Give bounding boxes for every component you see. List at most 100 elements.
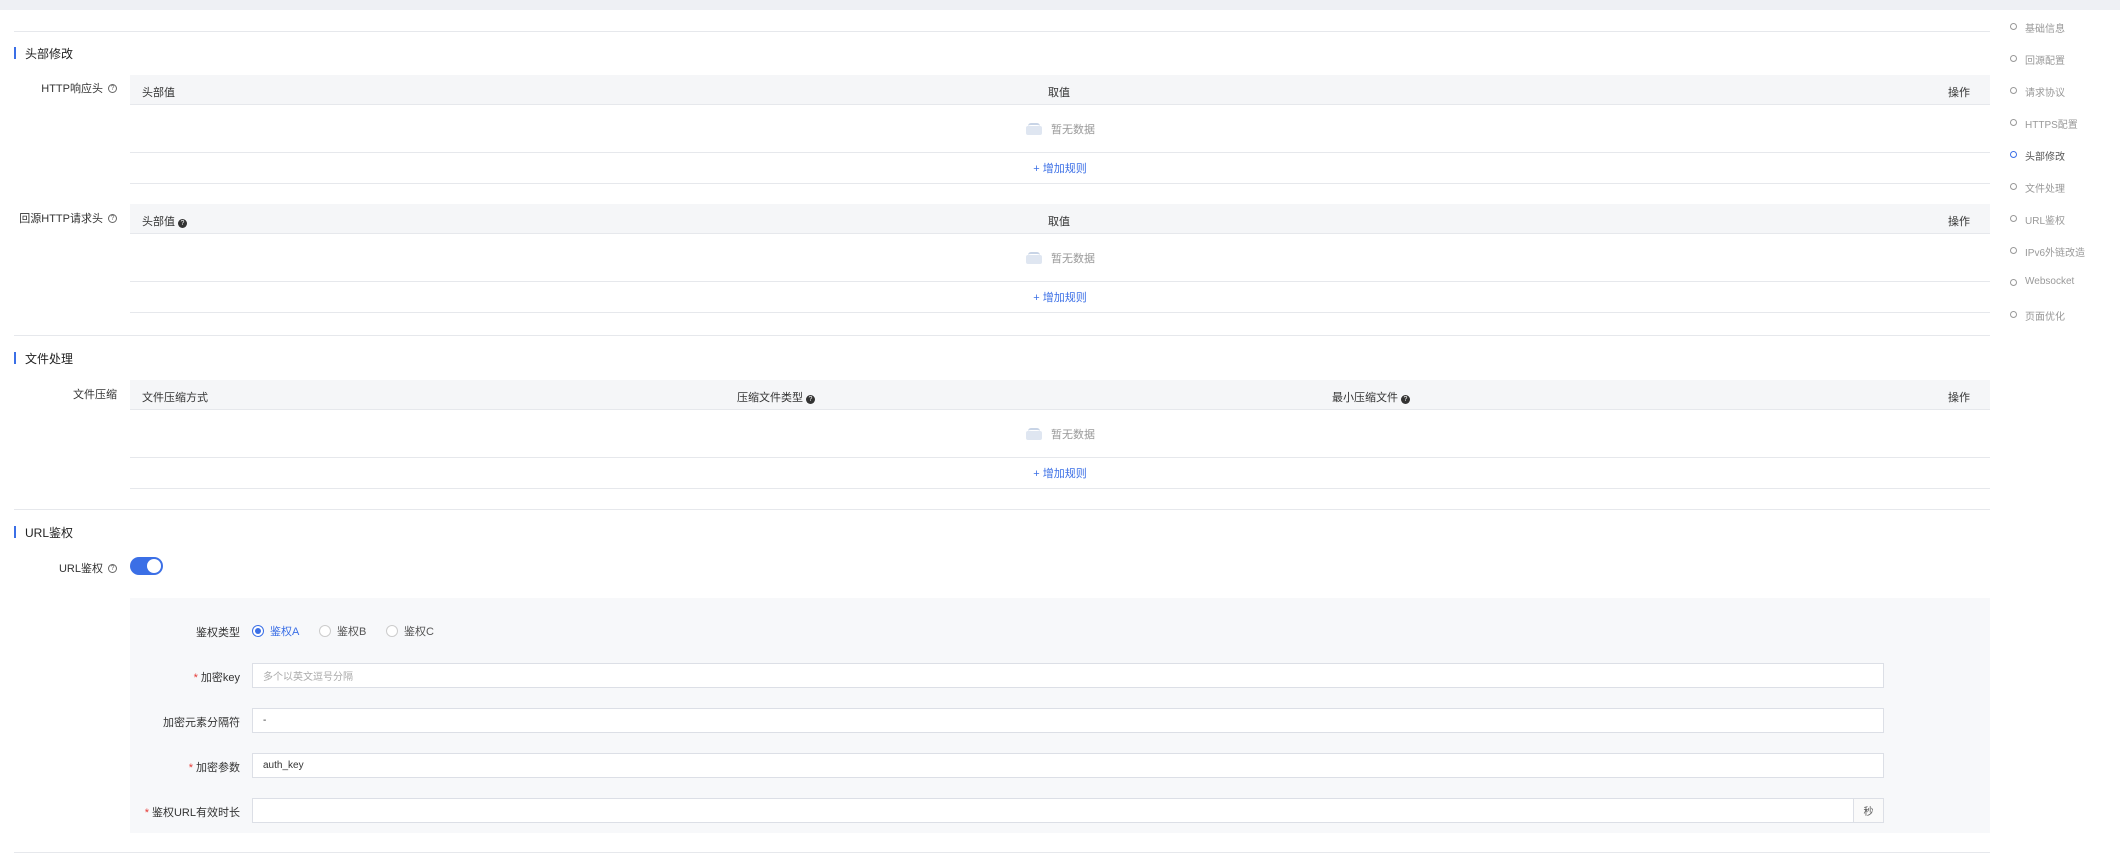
origin-request-header-table: 头部值? 取值 操作 暂无数据 + 增加规则: [130, 204, 1990, 313]
file-compression-table: 文件压缩方式 压缩文件类型? 最小压缩文件? 操作 暂无数据 + 增加规则: [130, 380, 1990, 489]
add-rule-button[interactable]: + 增加规则: [1033, 160, 1086, 176]
divider: [14, 31, 1990, 32]
anchor-label: 文件处理: [2025, 184, 2065, 195]
empty-text: 暂无数据: [1051, 123, 1095, 136]
encrypt-param-input[interactable]: auth_key: [252, 753, 1884, 778]
help-icon[interactable]: ?: [108, 83, 117, 93]
url-auth-settings-panel: 鉴权类型 鉴权A 鉴权B 鉴权C * 加密key 多个以英文逗号分隔 加密元素分隔…: [130, 598, 1990, 833]
empty-box-icon: [1025, 122, 1043, 135]
anchor-dot-icon: [2010, 151, 2017, 158]
radio-label: 鉴权B: [337, 626, 367, 638]
section-title-url-auth: URL鉴权: [14, 525, 74, 540]
anchor-dot-icon: [2010, 87, 2017, 94]
help-icon[interactable]: ?: [178, 219, 187, 228]
separator-input[interactable]: -: [252, 708, 1884, 733]
anchor-label: IPv6外链改造: [2025, 248, 2086, 259]
add-rule-button[interactable]: + 增加规则: [1033, 289, 1086, 305]
anchor-item-ipv6[interactable]: IPv6外链改造: [2010, 244, 2120, 276]
anchor-label: URL鉴权: [2025, 216, 2066, 227]
anchor-dot-icon: [2010, 247, 2017, 254]
anchor-item-page-optimize[interactable]: 页面优化: [2010, 308, 2120, 340]
anchor-item-basic-info[interactable]: 基础信息: [2010, 20, 2120, 52]
column-header: 头部值: [142, 87, 175, 99]
anchor-label: 请求协议: [2025, 88, 2065, 99]
field-label: URL鉴权: [58, 563, 103, 575]
column-header: 头部值?: [142, 213, 187, 229]
duration-label: * 鉴权URL有效时长: [144, 807, 240, 819]
section-title-text: 头部修改: [25, 46, 74, 61]
column-header: 文件压缩方式: [142, 392, 208, 404]
encrypt-param-label: * 加密参数: [188, 762, 240, 774]
help-icon[interactable]: ?: [1401, 395, 1410, 404]
duration-input[interactable]: 秒: [252, 798, 1884, 823]
anchor-item-header-modify[interactable]: 头部修改: [2010, 148, 2120, 180]
encrypt-key-input[interactable]: 多个以英文逗号分隔: [252, 663, 1884, 688]
radio-auth-a[interactable]: 鉴权A: [252, 623, 299, 639]
anchor-label: 页面优化: [2025, 312, 2065, 323]
http-response-header-label: HTTP响应头 ?: [41, 80, 117, 96]
help-icon[interactable]: ?: [806, 395, 815, 404]
anchor-label: 基础信息: [2025, 24, 2065, 35]
divider: [14, 335, 1990, 336]
column-header: 操作: [1948, 392, 1970, 404]
column-header-text: 压缩文件类型: [737, 392, 803, 404]
column-header: 操作: [1948, 87, 1970, 99]
field-label: 文件压缩: [73, 389, 117, 401]
section-marker: [14, 526, 16, 538]
add-rule-button[interactable]: + 增加规则: [1033, 465, 1086, 481]
encrypt-key-label: * 加密key: [193, 672, 240, 684]
empty-state: 暂无数据: [130, 410, 1990, 458]
table-header: 头部值? 取值 操作: [130, 204, 1990, 234]
radio-auth-c[interactable]: 鉴权C: [386, 623, 434, 639]
config-main: 头部修改 HTTP响应头 ? 头部值 取值 操作 暂无数据 + 增加规则 回源H…: [14, 10, 1990, 855]
table-header: 文件压缩方式 压缩文件类型? 最小压缩文件? 操作: [130, 380, 1990, 410]
help-icon[interactable]: ?: [108, 213, 117, 223]
section-title-text: 文件处理: [25, 351, 74, 366]
add-rule-row: + 增加规则: [130, 458, 1990, 489]
radio-icon: [386, 625, 398, 637]
top-bar: [0, 0, 2120, 10]
url-auth-toggle-label: URL鉴权 ?: [59, 560, 117, 576]
radio-label: 鉴权A: [270, 626, 300, 638]
column-header-text: 头部值: [142, 216, 175, 228]
anchor-item-url-auth[interactable]: URL鉴权: [2010, 212, 2120, 244]
radio-icon: [252, 625, 264, 637]
http-response-header-table: 头部值 取值 操作 暂无数据 + 增加规则: [130, 75, 1990, 184]
table-header: 头部值 取值 操作: [130, 75, 1990, 105]
url-auth-toggle[interactable]: [130, 557, 163, 575]
anchor-dot-icon: [2010, 311, 2017, 318]
help-icon[interactable]: ?: [108, 563, 117, 573]
divider: [14, 509, 1990, 510]
anchor-dot-icon: [2010, 119, 2017, 126]
file-compression-label: 文件压缩: [73, 386, 117, 402]
field-label: 加密参数: [196, 762, 240, 774]
anchor-dot-icon: [2010, 183, 2017, 190]
anchor-item-file-processing[interactable]: 文件处理: [2010, 180, 2120, 212]
field-label: 鉴权URL有效时长: [151, 807, 240, 819]
anchor-label: HTTPS配置: [2025, 120, 2078, 131]
anchor-label: 头部修改: [2025, 152, 2065, 163]
anchor-dot-icon: [2010, 279, 2017, 286]
field-label: HTTP响应头: [41, 83, 103, 95]
anchor-label: Websocket: [2025, 276, 2075, 287]
section-title-text: URL鉴权: [25, 525, 74, 540]
column-header: 最小压缩文件?: [1332, 389, 1410, 405]
anchor-item-https-config[interactable]: HTTPS配置: [2010, 116, 2120, 148]
auth-type-label: 鉴权类型: [196, 627, 240, 639]
empty-state: 暂无数据: [130, 105, 1990, 153]
radio-auth-b[interactable]: 鉴权B: [319, 623, 366, 639]
column-header: 取值: [1048, 216, 1070, 228]
column-header: 压缩文件类型?: [737, 389, 815, 405]
add-rule-row: + 增加规则: [130, 282, 1990, 313]
anchor-dot-icon: [2010, 23, 2017, 30]
anchor-label: 回源配置: [2025, 56, 2065, 67]
anchor-item-request-protocol[interactable]: 请求协议: [2010, 84, 2120, 116]
divider: [14, 852, 1990, 853]
anchor-item-origin-config[interactable]: 回源配置: [2010, 52, 2120, 84]
anchor-nav: 基础信息 回源配置 请求协议 HTTPS配置 头部修改 文件处理 URL鉴权 I…: [2010, 20, 2120, 340]
field-label: 加密key: [200, 672, 240, 684]
radio-icon: [319, 625, 331, 637]
anchor-item-websocket[interactable]: Websocket: [2010, 276, 2120, 308]
column-header: 操作: [1948, 216, 1970, 228]
empty-box-icon: [1025, 427, 1043, 440]
